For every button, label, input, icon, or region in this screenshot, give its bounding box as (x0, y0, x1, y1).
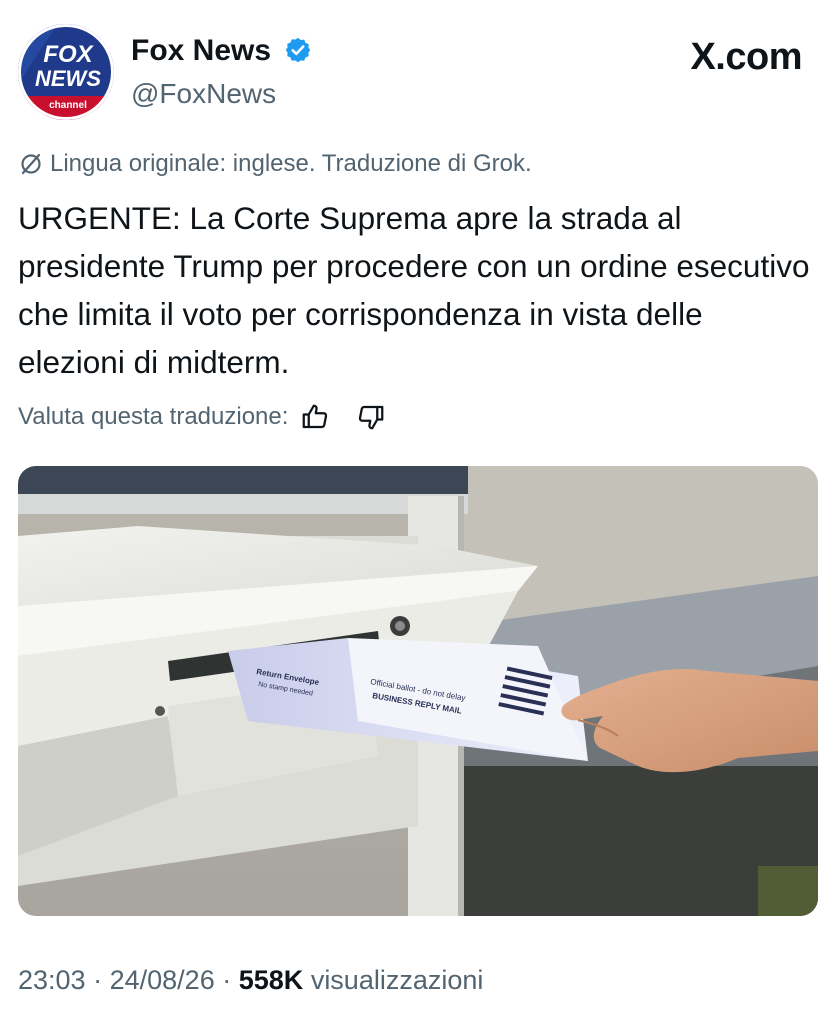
post-image[interactable]: Return Envelope No stamp needed Official… (18, 466, 818, 916)
thumbs-down-icon (359, 405, 384, 430)
translate-icon (21, 153, 41, 175)
translation-note: Lingua originale: inglese. Traduzione di… (18, 150, 532, 178)
views-label: visualizzazioni (310, 965, 484, 995)
author-handle[interactable]: @FoxNews (131, 78, 276, 110)
post-date[interactable]: 24/08/26 (110, 965, 215, 995)
thumbs-down-button[interactable] (356, 402, 386, 432)
post-meta: 23:03 · 24/08/26 · 558K visualizzazioni (18, 965, 483, 996)
brand-label: X.com (690, 36, 802, 78)
meta-separator: · (93, 965, 103, 995)
translation-note-text: Lingua originale: inglese. Traduzione di… (50, 150, 532, 177)
author-name[interactable]: Fox News (131, 34, 271, 68)
mailbox-photo: Return Envelope No stamp needed Official… (18, 466, 818, 916)
logo-line2: NEWS (35, 66, 101, 91)
views-count: 558K (238, 965, 304, 995)
avatar[interactable]: FOX NEWS channel (18, 24, 114, 120)
post-text: URGENTE: La Corte Suprema apre la strada… (18, 200, 810, 380)
post-time[interactable]: 23:03 (18, 965, 86, 995)
thumbs-up-icon (303, 404, 328, 429)
meta-separator: · (222, 965, 232, 995)
logo-line1: FOX (43, 41, 94, 68)
logo-line3: channel (49, 100, 87, 111)
rate-translation-label: Valuta questa traduzione: (18, 403, 289, 430)
thumbs-up-button[interactable] (300, 402, 330, 432)
rate-translation: Valuta questa traduzione: (18, 402, 386, 432)
fox-news-logo: FOX NEWS channel (18, 24, 114, 120)
verified-badge-icon (285, 37, 311, 63)
